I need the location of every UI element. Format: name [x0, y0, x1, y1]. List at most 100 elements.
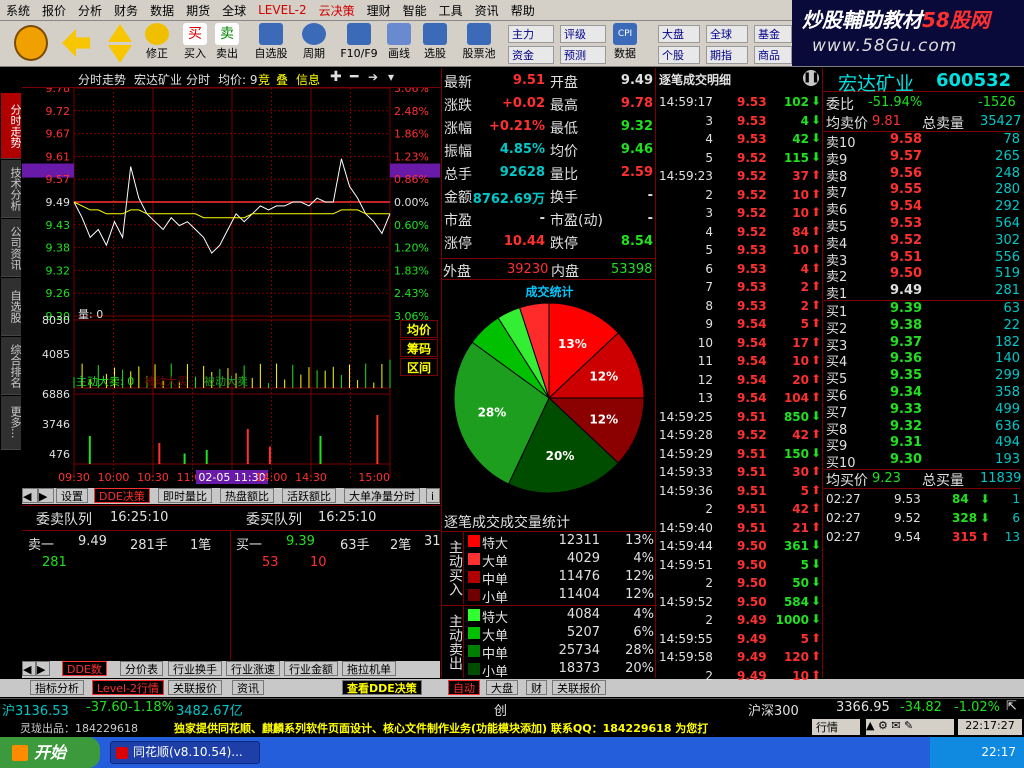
tab-tractor-order[interactable]: 拖拉机单	[342, 661, 396, 676]
left-tab-0[interactable]: 分时走势	[1, 93, 22, 159]
tab-big-order[interactable]: 大单净量分时	[344, 488, 420, 503]
menu-item-10[interactable]: 智能	[397, 2, 433, 19]
sell-button[interactable]: 卖卖出	[212, 23, 242, 60]
book-row[interactable]: 买2 9.38 22	[824, 318, 1024, 337]
tab-news[interactable]: 资讯	[232, 680, 264, 695]
book-row[interactable]: 卖9 9.57 265	[824, 149, 1024, 168]
menu-item-6[interactable]: 全球	[216, 2, 252, 19]
main-force-button[interactable]: 主力	[508, 25, 554, 43]
range-button[interactable]: 区间	[400, 358, 438, 376]
tab-prev-icon[interactable]: ◀	[22, 488, 38, 503]
back-arrow-icon[interactable]	[62, 29, 90, 57]
tab-next-icon[interactable]: ▶	[38, 488, 54, 503]
chip-button[interactable]: 筹码	[400, 339, 438, 357]
tab-sector-speed[interactable]: 行业涨速	[226, 661, 280, 676]
tab-related-2[interactable]: 关联报价	[552, 680, 606, 695]
watchlist-button[interactable]: 自选股	[250, 23, 292, 60]
tab-hot-ratio[interactable]: 热盘额比	[220, 488, 274, 503]
commodity-button[interactable]: 商品	[754, 46, 792, 64]
stock-select-button[interactable]: 选股	[418, 23, 452, 60]
forecast-button[interactable]: 预测	[560, 46, 606, 64]
book-row[interactable]: 卖1 9.49 281	[824, 283, 1024, 302]
avg-price-button[interactable]: 均价	[400, 320, 438, 338]
logo-icon[interactable]	[14, 25, 48, 61]
book-row[interactable]: 卖5 9.53 564	[824, 216, 1024, 235]
tab-level2[interactable]: Level-2行情	[92, 680, 165, 695]
menu-item-0[interactable]: 系统	[0, 2, 36, 19]
left-tab-3[interactable]: 自选股	[1, 278, 22, 336]
tab-finance[interactable]: 财	[526, 680, 547, 695]
intraday-chart[interactable]: 9.78 9.72 9.67 9.61 9.57 9.49 9.43 9.38 9.32 9.26…	[22, 88, 440, 486]
book-row[interactable]: 买10 9.30 193	[824, 452, 1024, 471]
tab-sector-amount[interactable]: 行业金额	[284, 661, 338, 676]
tray-icons[interactable]: ▲ ⚙ ✉ ✎	[866, 719, 954, 735]
left-tab-1[interactable]: 技术分析	[1, 160, 22, 218]
book-row[interactable]: 卖8 9.56 248	[824, 166, 1024, 185]
book-row[interactable]: 卖10 9.58 78	[824, 132, 1024, 151]
expand-icon[interactable]: ⇱	[1006, 699, 1017, 714]
menu-item-8[interactable]: 云决策	[313, 2, 361, 19]
lower-prev-icon[interactable]: ◀	[22, 661, 36, 676]
bid-toggle[interactable]: 竞	[258, 71, 270, 88]
tab-active-ratio[interactable]: 活跃额比	[282, 488, 336, 503]
menu-item-11[interactable]: 工具	[433, 2, 469, 19]
f10-button[interactable]: F10/F9	[336, 23, 382, 60]
data-button[interactable]: CPI 数据	[608, 23, 642, 60]
draw-line-button[interactable]: 画线	[384, 23, 414, 60]
minus-icon[interactable]: ━	[350, 69, 358, 85]
tab-settings[interactable]: 设置	[56, 488, 88, 503]
overlay-toggle[interactable]: 叠	[276, 71, 288, 88]
menu-item-2[interactable]: 分析	[72, 2, 108, 19]
info-toggle[interactable]: 信息	[296, 71, 320, 88]
plus-icon[interactable]: ✚	[330, 69, 342, 85]
tab-related[interactable]: 关联报价	[168, 680, 222, 695]
rating-button[interactable]: 评级	[560, 25, 606, 43]
book-row[interactable]: 买7 9.33 499	[824, 402, 1024, 421]
stock-button[interactable]: 个股	[658, 46, 700, 64]
book-row[interactable]: 卖2 9.50 519	[824, 266, 1024, 285]
stock-pool-button[interactable]: 股票池	[456, 23, 502, 60]
view-dde-button[interactable]: 查看DDE决策	[342, 680, 422, 695]
tab-indicator[interactable]: 指标分析	[30, 680, 84, 695]
book-row[interactable]: 买8 9.32 636	[824, 419, 1024, 438]
book-row[interactable]: 买6 9.34 358	[824, 385, 1024, 404]
scroll-right-icon[interactable]: ➔	[368, 70, 378, 84]
pause-icon[interactable]: ❚❚	[803, 70, 820, 86]
book-row[interactable]: 卖7 9.55 280	[824, 182, 1024, 201]
down-arrow-icon[interactable]	[108, 45, 132, 63]
tab-more[interactable]: i	[426, 488, 440, 503]
quote-mode-button[interactable]: 行情	[812, 719, 860, 735]
book-row[interactable]: 买3 9.37 182	[824, 335, 1024, 354]
book-row[interactable]: 买1 9.39 63	[824, 301, 1024, 320]
period-button[interactable]: 周期	[296, 23, 332, 60]
book-row[interactable]: 买5 9.35 299	[824, 368, 1024, 387]
menu-item-12[interactable]: 资讯	[469, 2, 505, 19]
fund-button[interactable]: 基金	[754, 25, 792, 43]
tab-dde[interactable]: DDE决策	[94, 488, 150, 503]
book-row[interactable]: 卖4 9.52 302	[824, 233, 1024, 252]
menu-item-13[interactable]: 帮助	[505, 2, 541, 19]
taskbar-app-button[interactable]: 同花顺(v8.10.54)...	[110, 741, 260, 764]
dropdown-icon[interactable]: ▾	[388, 70, 394, 84]
market-button[interactable]: 大盘	[658, 25, 700, 43]
book-row[interactable]: 买4 9.36 140	[824, 351, 1024, 370]
buy-button[interactable]: 买买入	[180, 23, 210, 60]
global-button[interactable]: 全球	[706, 25, 748, 43]
funds-button[interactable]: 资金	[508, 46, 554, 64]
book-row[interactable]: 买9 9.31 494	[824, 435, 1024, 454]
book-row[interactable]: 卖6 9.54 292	[824, 199, 1024, 218]
tab-auto[interactable]: 自动	[448, 680, 480, 695]
tab-market[interactable]: 大盘	[486, 680, 518, 695]
up-arrow-icon[interactable]	[108, 24, 132, 42]
menu-item-5[interactable]: 期货	[180, 2, 216, 19]
tab-dde-number[interactable]: DDE数	[62, 661, 107, 676]
futures-button[interactable]: 期指	[706, 46, 748, 64]
menu-item-7[interactable]: LEVEL-2	[252, 3, 313, 17]
left-tab-5[interactable]: 更多...	[1, 396, 22, 450]
book-row[interactable]: 卖3 9.51 556	[824, 250, 1024, 269]
menu-item-1[interactable]: 报价	[36, 2, 72, 19]
tab-volume-ratio[interactable]: 即时量比	[158, 488, 212, 503]
tab-price-table[interactable]: 分价表	[120, 661, 163, 676]
menu-item-4[interactable]: 数据	[144, 2, 180, 19]
lower-next-icon[interactable]: ▶	[36, 661, 50, 676]
